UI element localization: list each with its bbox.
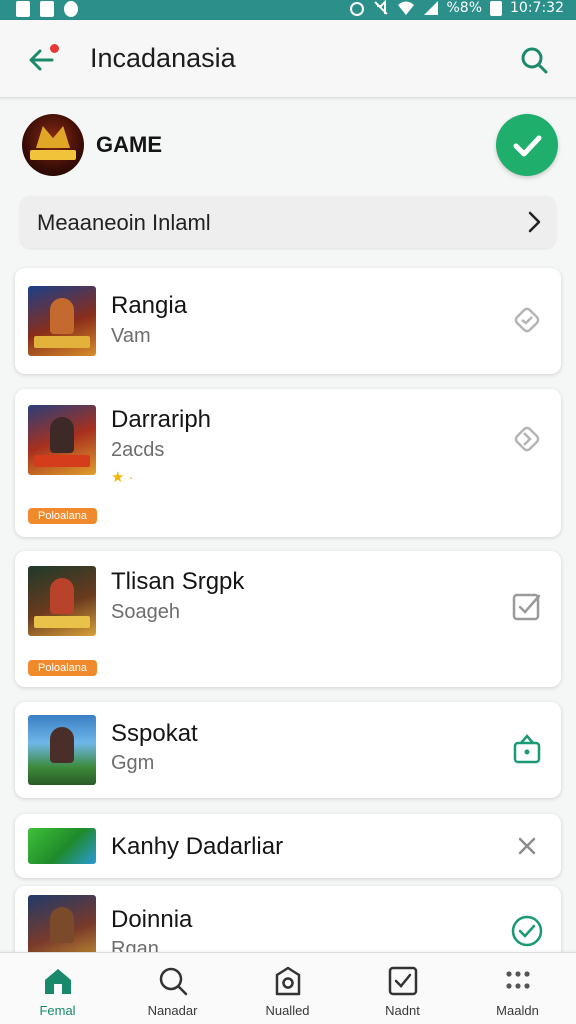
signal-icon <box>423 1 438 15</box>
check-circle-icon[interactable] <box>509 913 545 949</box>
promo-badge: Poloalana <box>28 508 97 524</box>
promo-badge: Poloalana <box>28 660 97 676</box>
game-thumbnail <box>28 828 96 864</box>
mute-icon <box>373 0 388 15</box>
card-title: Darrariph <box>111 406 212 433</box>
close-icon[interactable] <box>509 828 545 864</box>
nav-label: Nualled <box>265 1003 310 1018</box>
card-subtitle: 2acds <box>111 439 165 461</box>
card-title: Kanhy Dadarliar <box>111 833 284 860</box>
nav-label: Nadnt <box>385 1003 420 1018</box>
notification-icon <box>16 1 30 17</box>
notification-dot <box>50 44 59 53</box>
card-subtitle: Ggm <box>111 752 155 774</box>
nav-item-search[interactable]: Nanadar <box>115 953 230 1024</box>
game-header: GAME <box>0 100 576 192</box>
status-left-icons <box>16 1 78 17</box>
card-title: Sspokat <box>111 720 198 747</box>
rating-stars: ★ · <box>111 469 134 486</box>
check-icon <box>513 135 542 157</box>
nav-item-home[interactable]: Femal <box>0 953 115 1024</box>
game-thumbnail <box>28 715 96 785</box>
bag-icon <box>275 966 301 996</box>
game-thumbnail <box>28 405 96 475</box>
notification-icon <box>40 1 54 17</box>
chevron-right-icon <box>528 211 541 233</box>
lock-bag-icon[interactable] <box>509 730 545 766</box>
search-icon[interactable] <box>518 44 550 76</box>
status-right: %8% 10:7:32 <box>349 0 564 16</box>
battery-icon <box>490 0 503 16</box>
clock: 10:7:32 <box>510 0 564 16</box>
nav-item-tasks[interactable]: Nadnt <box>345 953 460 1024</box>
section-nav-label: Meaaneoin Inlaml <box>37 210 211 235</box>
bottom-nav: Femal Nanadar Nualled Nadnt Maaldn <box>0 952 576 1024</box>
game-card[interactable]: Sspokat Ggm <box>15 702 561 798</box>
diamond-outline-icon[interactable] <box>509 302 545 338</box>
game-logo <box>22 114 84 176</box>
confirm-button[interactable] <box>496 114 558 176</box>
game-card[interactable]: Tlisan Srgpk Soageh Poloalana <box>15 551 561 687</box>
game-card[interactable]: Darrariph 2acds ★ · Poloalana <box>15 389 561 537</box>
card-subtitle: Soageh <box>111 601 180 623</box>
card-title: Doinnia <box>111 906 193 933</box>
battery-percent: %8% <box>446 0 483 16</box>
notification-icon <box>64 1 78 17</box>
game-thumbnail <box>28 566 96 636</box>
checkbox-icon[interactable] <box>509 588 545 624</box>
section-nav-button[interactable]: Meaaneoin Inlaml <box>20 196 556 248</box>
card-title: Tlisan Srgpk <box>111 568 245 595</box>
grid-dots-icon <box>506 971 530 989</box>
nav-label: Nanadar <box>147 1003 198 1018</box>
app-bar: Incadanasia <box>0 20 576 98</box>
game-thumbnail <box>28 286 96 356</box>
nav-item-more[interactable]: Maaldn <box>460 953 575 1024</box>
diamond-outline-icon[interactable] <box>509 421 545 457</box>
card-subtitle: Vam <box>111 325 151 347</box>
game-card[interactable]: Rangia Vam <box>15 268 561 374</box>
page-title: Incadanasia <box>90 43 236 73</box>
alarm-icon <box>349 2 364 16</box>
card-title: Rangia <box>111 292 188 319</box>
nav-label: Maaldn <box>496 1003 539 1018</box>
game-name: GAME <box>96 132 162 157</box>
status-bar: %8% 10:7:32 <box>0 0 576 20</box>
wifi-icon <box>397 1 414 15</box>
game-card[interactable]: Kanhy Dadarliar <box>15 814 561 878</box>
nav-item-bag[interactable]: Nualled <box>230 953 345 1024</box>
checkbox-icon <box>388 966 418 996</box>
home-icon <box>45 969 71 994</box>
nav-label: Femal <box>39 1003 76 1018</box>
search-icon <box>159 967 188 996</box>
